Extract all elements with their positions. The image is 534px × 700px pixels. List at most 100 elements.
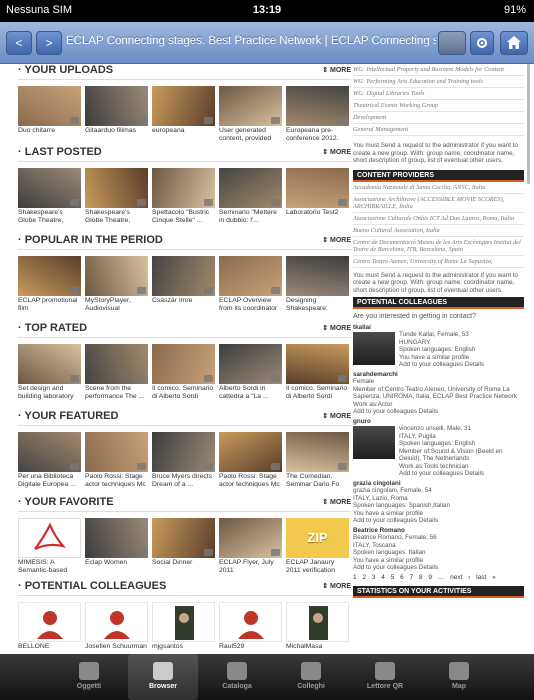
workgroup-link[interactable]: WG: Performing Arts Education and Traini…	[353, 76, 524, 88]
bookmark-button[interactable]	[438, 31, 466, 55]
back-button[interactable]: <	[6, 31, 32, 55]
thumbnail-image[interactable]	[152, 602, 215, 642]
thumbnail-image[interactable]	[18, 168, 81, 208]
thumbnail-image[interactable]	[18, 518, 81, 558]
tab-map[interactable]: Map	[424, 654, 494, 700]
workgroup-link[interactable]: General Management	[353, 124, 524, 136]
thumbnail-item[interactable]: Per una Biblioteca Digitale Europea ...	[18, 432, 81, 489]
colleague-detail-line[interactable]: Add to your colleagues Details	[353, 564, 524, 572]
thumbnail-item[interactable]: Raul529	[219, 602, 282, 654]
thumbnail-item[interactable]: Bruce Myers directs Dream of a ...	[152, 432, 215, 489]
workgroup-link[interactable]: Theatrical Events Working Group	[353, 100, 524, 112]
colleague-detail-line[interactable]: Add to your colleagues Details	[399, 361, 524, 369]
thumbnail-image[interactable]	[219, 432, 282, 472]
thumbnail-image[interactable]	[85, 344, 148, 384]
thumbnail-item[interactable]: Paolo Rossi: Stage actor techniques Mc	[85, 432, 148, 489]
thumbnail-item[interactable]: Europeana pre-conference 2012.	[286, 86, 349, 143]
thumbnail-item[interactable]: Eclap Women	[85, 518, 148, 575]
more-button[interactable]: ⇕ MORE	[322, 582, 351, 590]
colleague-name[interactable]: tkallai	[353, 324, 524, 332]
colleague-name[interactable]: gnuro	[353, 418, 524, 426]
thumbnail-image[interactable]	[152, 86, 215, 126]
thumbnail-item[interactable]: Designing Shakespeare: Antony	[286, 256, 349, 313]
thumbnail-item[interactable]: BELLONEBELLONE	[18, 602, 81, 654]
thumbnail-item[interactable]: europeana	[152, 86, 215, 143]
tab-lettore-qr[interactable]: Lettore QR	[350, 654, 420, 700]
colleague-detail-line[interactable]: Add to your colleagues Details	[353, 517, 524, 525]
thumbnail-item[interactable]: Seminario "Mettere in dubbio: l'...	[219, 168, 282, 225]
thumbnail-item[interactable]: Császár Imre	[152, 256, 215, 313]
thumbnail-image[interactable]	[18, 344, 81, 384]
workgroup-link[interactable]: Development	[353, 112, 524, 124]
thumbnail-image[interactable]	[286, 256, 349, 296]
thumbnail-item[interactable]: User generated content, provided	[219, 86, 282, 143]
thumbnail-image[interactable]	[152, 256, 215, 296]
pagination[interactable]: 1 2 3 4 5 6 7 8 9 … next › last »	[353, 574, 524, 581]
thumbnail-image[interactable]	[152, 344, 215, 384]
workgroup-link[interactable]: WG: Digital Libraries Tools	[353, 88, 524, 100]
thumbnail-image[interactable]: ZIP	[286, 518, 349, 558]
scrollbar[interactable]	[527, 64, 530, 184]
provider-link[interactable]: Associazione Archiltrave (ACCESSIBLE MOV…	[353, 194, 524, 213]
thumbnail-item[interactable]: ECLAP Overview from its coordinator	[219, 256, 282, 313]
thumbnail-item[interactable]: Spettacolo "Bustric Cinque Stelle" ...	[152, 168, 215, 225]
colleague-name[interactable]: sarahdemarchi	[353, 371, 524, 379]
thumbnail-image[interactable]	[85, 256, 148, 296]
provider-link[interactable]: Centro Teatro Ateneo, University of Rome…	[353, 256, 524, 268]
thumbnail-image[interactable]	[85, 518, 148, 558]
thumbnail-item[interactable]: ECLAP Flyer, July 2011	[219, 518, 282, 575]
thumbnail-image[interactable]	[286, 168, 349, 208]
provider-link[interactable]: Bueno Cultural Association, Italia	[353, 225, 524, 237]
thumbnail-image[interactable]	[152, 168, 215, 208]
thumbnail-item[interactable]: Il comico. Seminario di Alberto Sordi	[152, 344, 215, 401]
home-button[interactable]	[500, 31, 528, 55]
thumbnail-image[interactable]	[85, 168, 148, 208]
thumbnail-image[interactable]	[219, 602, 282, 642]
forward-button[interactable]: >	[36, 31, 62, 55]
thumbnail-item[interactable]: MyStoryPlayer, Audiovisual	[85, 256, 148, 313]
thumbnail-image[interactable]	[18, 86, 81, 126]
thumbnail-item[interactable]: Josefien SchuurmanUVA	[85, 602, 148, 654]
thumbnail-item[interactable]: Scene from the performance The ...	[85, 344, 148, 401]
thumbnail-image[interactable]	[18, 256, 81, 296]
thumbnail-image[interactable]	[85, 86, 148, 126]
thumbnail-item[interactable]: Duo chitarre	[18, 86, 81, 143]
thumbnail-image[interactable]	[152, 518, 215, 558]
thumbnail-image[interactable]	[18, 602, 81, 642]
tab-colleghi[interactable]: Colleghi	[276, 654, 346, 700]
tab-browser[interactable]: Browser	[128, 654, 198, 700]
thumbnail-image[interactable]	[286, 432, 349, 472]
thumbnail-item[interactable]: Il comico. Seminario di Alberto Sordi	[286, 344, 349, 401]
thumbnail-image[interactable]	[219, 168, 282, 208]
thumbnail-item[interactable]: MIMESIS: A Semantic-based	[18, 518, 81, 575]
thumbnail-item[interactable]: ZIP ECLAP Janaury 2011 verification meeti…	[286, 518, 349, 575]
provider-link[interactable]: Centre de Documentació Museu de les Arts…	[353, 237, 524, 256]
thumbnail-item[interactable]: Set design and building laboratory of	[18, 344, 81, 401]
provider-link[interactable]: Accademia Nazionale di Santa Cecilia, AN…	[353, 182, 524, 194]
more-button[interactable]: ⇕ MORE	[322, 324, 351, 332]
thumbnail-image[interactable]	[286, 86, 349, 126]
workgroup-link[interactable]: WG: Intellectual Property and Business M…	[353, 64, 524, 76]
thumbnail-item[interactable]: Alberto Sordi in cattedra a "La ...	[219, 344, 282, 401]
more-button[interactable]: ⇕ MORE	[322, 66, 351, 74]
thumbnail-image[interactable]	[286, 602, 349, 642]
thumbnail-image[interactable]	[219, 256, 282, 296]
thumbnail-item[interactable]: Shakespeare's Globe Theatre, London	[85, 168, 148, 225]
thumbnail-image[interactable]	[18, 432, 81, 472]
colleague-detail-line[interactable]: Add to your colleagues Details	[399, 470, 524, 478]
thumbnail-item[interactable]: The Comedian, Seminar Dario Fo McA	[286, 432, 349, 489]
thumbnail-image[interactable]	[219, 86, 282, 126]
thumbnail-item[interactable]: Laboratorio Test2	[286, 168, 349, 225]
thumbnail-image[interactable]	[219, 344, 282, 384]
colleague-name[interactable]: Beatrice Romano	[353, 527, 524, 535]
more-button[interactable]: ⇕ MORE	[322, 236, 351, 244]
colleague-photo[interactable]	[353, 426, 395, 459]
thumbnail-image[interactable]	[286, 344, 349, 384]
thumbnail-item[interactable]: MichalMasa	[286, 602, 349, 654]
thumbnail-item[interactable]: Shakespeare's Globe Theatre, London	[18, 168, 81, 225]
thumbnail-item[interactable]: Social Dinner	[152, 518, 215, 575]
tab-oggetti[interactable]: Oggetti	[54, 654, 124, 700]
thumbnail-image[interactable]	[85, 432, 148, 472]
colleague-photo[interactable]	[353, 332, 395, 365]
tab-cataloga[interactable]: Cataloga	[202, 654, 272, 700]
